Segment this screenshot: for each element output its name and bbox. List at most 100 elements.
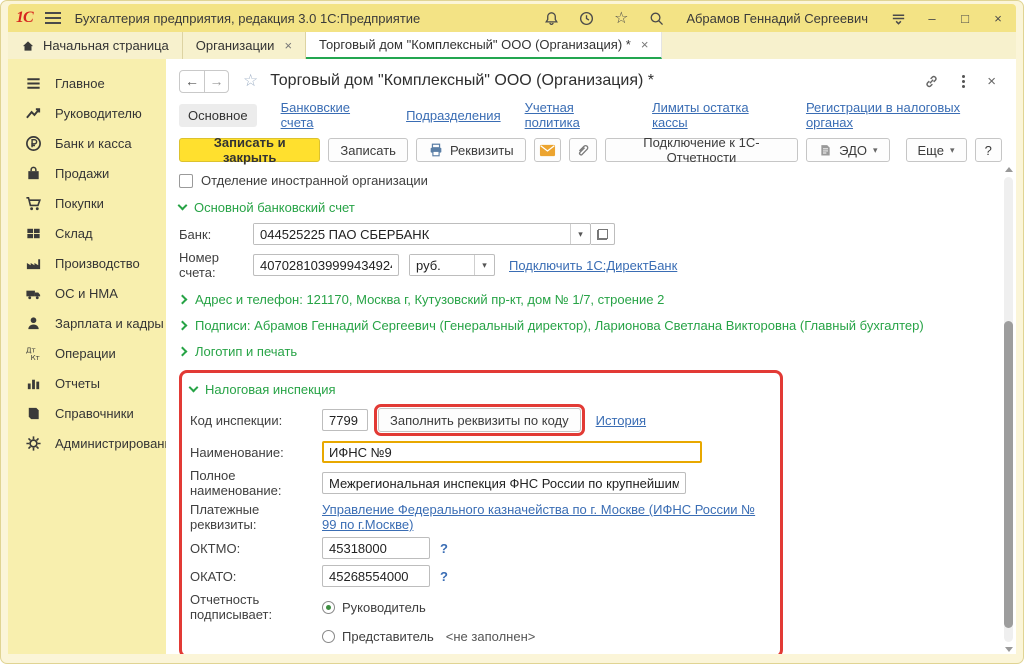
sidebar-item-operacii[interactable]: ДтКт Операции (8, 338, 166, 368)
sidebar-item-spravochniki[interactable]: Справочники (8, 398, 166, 428)
sidebar-item-otchety[interactable]: Отчеты (8, 368, 166, 398)
annotation-highlight-box: Налоговая инспекция Код инспекции: Запол… (179, 370, 783, 654)
history-link[interactable]: История (596, 413, 646, 428)
history-icon[interactable] (577, 9, 595, 27)
tab-home[interactable]: Начальная страница (8, 32, 183, 59)
nav-bank-accounts[interactable]: Банковские счета (281, 100, 382, 130)
section-tax-header[interactable]: Налоговая инспекция (190, 379, 770, 400)
service-settings-icon[interactable] (889, 9, 907, 27)
gear-icon (25, 435, 42, 452)
sidebar-item-pokupki[interactable]: Покупки (8, 188, 166, 218)
sidebar-item-os-nma[interactable]: ОС и НМА (8, 278, 166, 308)
maximize-button[interactable]: □ (957, 11, 973, 26)
nav-uchetnaya-politika[interactable]: Учетная политика (525, 100, 628, 130)
more-button[interactable]: Еще ▾ (906, 138, 967, 162)
close-form-button[interactable]: × (987, 73, 996, 90)
help-button[interactable]: ? (975, 138, 1003, 162)
account-label: Номер счета: (179, 250, 253, 280)
person-icon (25, 315, 42, 332)
foreign-org-checkbox[interactable] (179, 174, 193, 188)
edo-button[interactable]: ЭДО ▾ (806, 138, 889, 162)
nav-osnovnoe[interactable]: Основное (179, 104, 257, 127)
tab-close-icon[interactable]: × (641, 37, 649, 52)
section-bank-header[interactable]: Основной банковский счет (179, 197, 1002, 218)
connect-1c-reporting-button[interactable]: Подключение к 1С-Отчетности (605, 138, 798, 162)
scrollbar-thumb[interactable] (1004, 321, 1013, 628)
payment-details-link[interactable]: Управление Федерального казначейства по … (322, 502, 770, 532)
tab-organizations[interactable]: Организации × (183, 32, 306, 59)
notifications-bell-icon[interactable] (542, 9, 560, 27)
home-icon (21, 39, 35, 53)
paperclip-icon (575, 142, 591, 158)
minimize-button[interactable]: – (924, 11, 940, 26)
sidebar-item-proizvodstvo[interactable]: Производство (8, 248, 166, 278)
details-button[interactable]: Реквизиты (416, 138, 526, 162)
app-window: 1С Бухгалтерия предприятия, редакция 3.0… (0, 0, 1024, 664)
scroll-up-icon[interactable] (1005, 167, 1013, 172)
tab-organizations-label: Организации (196, 38, 275, 53)
directbank-link[interactable]: Подключить 1С:ДиректБанк (509, 258, 677, 273)
nav-registracii-nalog[interactable]: Регистрации в налоговых органах (806, 100, 1002, 130)
currency-input[interactable] (410, 255, 474, 275)
save-and-close-button[interactable]: Записать и закрыть (179, 138, 320, 162)
bank-label: Банк: (179, 227, 253, 242)
chevron-down-icon[interactable]: ▾ (570, 224, 590, 244)
section-signatures[interactable]: Подписи: Абрамов Геннадий Сергеевич (Ген… (179, 314, 1002, 337)
currency-combobox[interactable]: ▾ (409, 254, 495, 276)
main-menu-icon[interactable] (45, 12, 61, 24)
name-label: Наименование: (190, 445, 322, 460)
shopping-bag-icon (25, 165, 42, 182)
forward-button[interactable]: → (204, 71, 228, 92)
nav-podrazdeleniya[interactable]: Подразделения (406, 108, 501, 123)
signer-radio-predstavitel[interactable] (322, 630, 335, 643)
account-number-input[interactable] (253, 254, 399, 276)
more-menu-icon[interactable] (962, 75, 965, 88)
sidebar-item-glavnoe[interactable]: Главное (8, 68, 166, 98)
organization-form: ← → ☆ Торговый дом "Комплексный" ООО (Ор… (166, 59, 1016, 654)
sidebar-item-zarplata-kadry[interactable]: Зарплата и кадры (8, 308, 166, 338)
favorites-star-icon[interactable]: ☆ (612, 9, 630, 27)
inspection-code-label: Код инспекции: (190, 413, 322, 428)
fill-by-code-button[interactable]: Заполнить реквизиты по коду (378, 408, 581, 432)
open-form-icon (597, 229, 608, 240)
chevron-down-icon[interactable]: ▾ (474, 255, 494, 275)
svg-text:Кт: Кт (31, 353, 40, 362)
bank-input[interactable] (254, 224, 570, 244)
nav-limity-kassy[interactable]: Лимиты остатка кассы (652, 100, 782, 130)
inspection-name-input[interactable] (322, 441, 702, 463)
tab-current-organization[interactable]: Торговый дом "Комплексный" ООО (Организа… (306, 32, 662, 59)
email-button[interactable] (534, 138, 562, 162)
edo-doc-icon (818, 143, 833, 158)
okato-help-icon[interactable]: ? (440, 569, 448, 584)
search-icon[interactable] (647, 9, 665, 27)
inspection-code-input[interactable] (322, 409, 368, 431)
current-user[interactable]: Абрамов Геннадий Сергеевич (686, 11, 868, 26)
back-button[interactable]: ← (180, 71, 204, 92)
attach-button[interactable] (569, 138, 597, 162)
close-window-button[interactable]: × (990, 11, 1006, 26)
sidebar-item-administrirovanie[interactable]: Администрирование (8, 428, 166, 458)
sidebar-item-bank-kassa[interactable]: Банк и касса (8, 128, 166, 158)
oktmo-input[interactable] (322, 537, 430, 559)
warehouse-grid-icon (25, 225, 42, 242)
bank-combobox[interactable]: ▾ (253, 223, 591, 245)
envelope-icon (539, 143, 556, 158)
inspection-fullname-input[interactable] (322, 472, 686, 494)
ruble-circle-icon (25, 135, 42, 152)
sidebar-item-prodazhi[interactable]: Продажи (8, 158, 166, 188)
sidebar-item-sklad[interactable]: Склад (8, 218, 166, 248)
favorite-star-icon[interactable]: ☆ (243, 71, 258, 91)
chevron-right-icon (178, 295, 188, 305)
save-button[interactable]: Записать (328, 138, 408, 162)
signer-radio-rukovoditel[interactable] (322, 601, 335, 614)
section-logo-stamp[interactable]: Логотип и печать (179, 340, 1002, 363)
scroll-down-icon[interactable] (1005, 647, 1013, 652)
vertical-scrollbar[interactable] (1004, 177, 1013, 642)
sidebar-item-rukovoditelyu[interactable]: Руководителю (8, 98, 166, 128)
bank-open-button[interactable] (591, 223, 615, 245)
oktmo-help-icon[interactable]: ? (440, 541, 448, 556)
okato-input[interactable] (322, 565, 430, 587)
link-icon[interactable] (923, 73, 940, 90)
section-address-phone[interactable]: Адрес и телефон: 121170, Москва г, Кутуз… (179, 288, 1002, 311)
tab-close-icon[interactable]: × (284, 38, 292, 53)
